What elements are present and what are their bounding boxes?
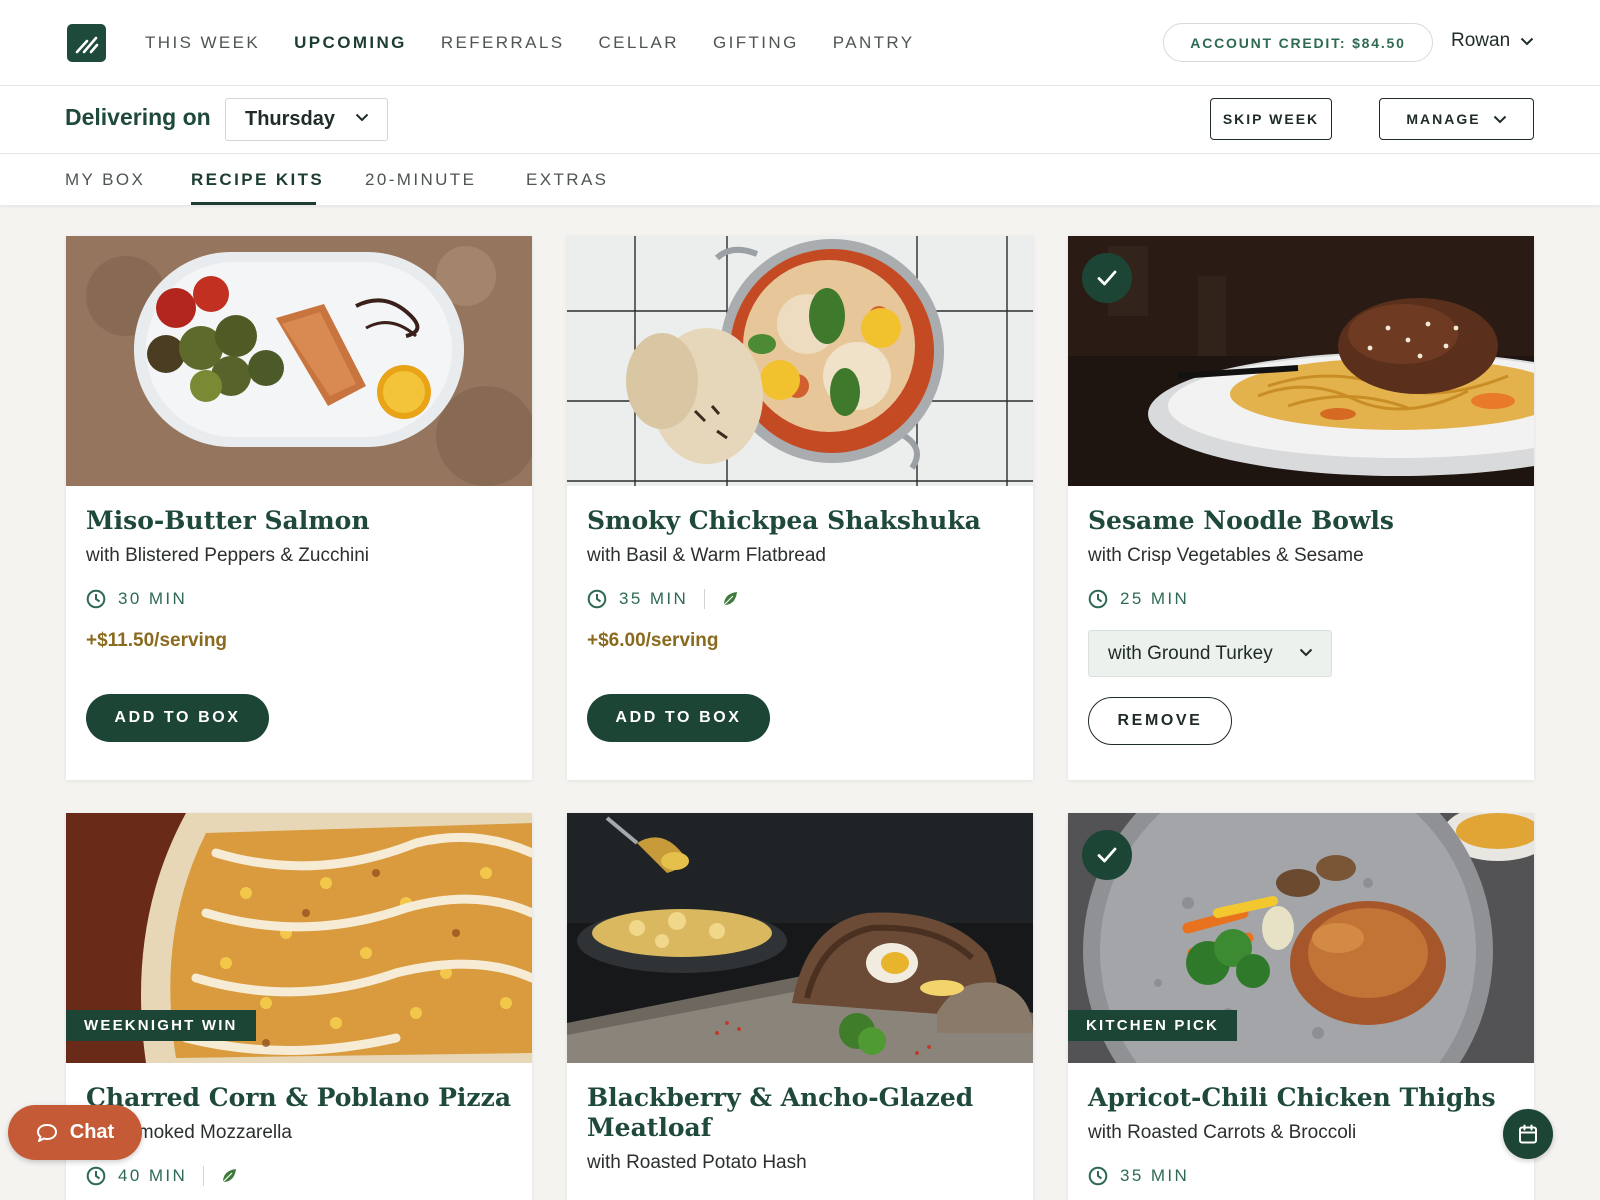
recipe-card[interactable]: Sesame Noodle Bowls with Crisp Vegetable…: [1068, 236, 1534, 780]
recipe-photo: [567, 813, 1033, 1063]
weeknight-win-badge: WEEKNIGHT WIN: [66, 1010, 256, 1041]
top-nav: THIS WEEK UPCOMING REFERRALS CELLAR GIFT…: [0, 0, 1600, 86]
recipe-card-body: Sesame Noodle Bowls with Crisp Vegetable…: [1068, 506, 1534, 745]
recipe-meta: 40 MIN: [86, 1166, 512, 1186]
clock-icon: [1088, 589, 1108, 609]
chat-button[interactable]: Chat: [8, 1105, 142, 1160]
nav-this-week[interactable]: THIS WEEK: [145, 33, 260, 53]
recipe-title[interactable]: Miso-Butter Salmon: [86, 506, 512, 536]
manage-label: MANAGE: [1406, 111, 1481, 127]
tab-20-minute[interactable]: 20-MINUTE: [365, 170, 476, 190]
chat-bubble-icon: [36, 1123, 57, 1142]
meta-divider: [203, 1166, 205, 1186]
recipe-meta: 35 MIN: [1088, 1166, 1514, 1186]
recipe-meta: 25 MIN: [1088, 589, 1514, 609]
in-box-check-badge: [1082, 253, 1132, 303]
leaf-icon: [222, 1169, 237, 1183]
recipe-photo: [1068, 236, 1534, 486]
sub-tabs: MY BOX RECIPE KITS 20-MINUTE EXTRAS: [0, 154, 1600, 205]
tab-my-box[interactable]: MY BOX: [65, 170, 145, 190]
cook-time: 40 MIN: [118, 1166, 188, 1185]
clock-icon: [86, 1166, 106, 1186]
calendar-icon: [1519, 1124, 1537, 1144]
chevron-down-icon: [355, 113, 369, 122]
cook-time: 35 MIN: [1120, 1166, 1190, 1185]
add-to-box-button[interactable]: ADD TO BOX: [86, 694, 269, 742]
main-nav: THIS WEEK UPCOMING REFERRALS CELLAR GIFT…: [145, 0, 949, 86]
recipe-card[interactable]: KITCHEN PICK Apricot-Chili Chicken Thigh…: [1068, 813, 1534, 1200]
leaf-icon: [723, 592, 738, 606]
delivery-day-select[interactable]: Thursday: [225, 98, 388, 141]
recipe-subtitle: with Crisp Vegetables & Sesame: [1088, 545, 1364, 566]
nav-upcoming[interactable]: UPCOMING: [294, 33, 407, 53]
recipe-card-body: Apricot-Chili Chicken Thighs with Roaste…: [1068, 1083, 1534, 1186]
delivery-bar: Delivering on Thursday SKIP WEEK MANAGE: [0, 86, 1600, 154]
chevron-down-icon: [1299, 648, 1313, 657]
cook-time: 25 MIN: [1120, 589, 1190, 608]
kitchen-pick-badge: KITCHEN PICK: [1068, 1010, 1238, 1041]
recipe-subtitle: with Roasted Carrots & Broccoli: [1088, 1122, 1357, 1143]
recipe-card-body: Miso-Butter Salmon with Blistered Pepper…: [66, 506, 532, 742]
calendar-button[interactable]: [1503, 1109, 1553, 1159]
recipe-subtitle: with Roasted Potato Hash: [587, 1152, 807, 1173]
delivery-label: Delivering on: [65, 104, 211, 130]
tab-extras[interactable]: EXTRAS: [526, 170, 608, 190]
recipe-title[interactable]: Charred Corn & Poblano Pizza: [86, 1083, 512, 1113]
recipe-card-body: Smoky Chickpea Shakshuka with Basil & Wa…: [567, 506, 1033, 742]
manage-button[interactable]: MANAGE: [1379, 98, 1534, 140]
recipe-photo: [66, 236, 532, 486]
recipe-subtitle: with Blistered Peppers & Zucchini: [86, 545, 370, 566]
protein-select[interactable]: with Ground Turkey: [1088, 630, 1332, 677]
cook-time: 30 MIN: [118, 589, 188, 608]
brand-logo[interactable]: [67, 24, 106, 62]
in-box-check-badge: [1082, 830, 1132, 880]
protein-select-value: with Ground Turkey: [1108, 642, 1273, 664]
recipe-meta: 35 MIN: [587, 589, 1013, 609]
price-upcharge: +$6.00/serving: [587, 630, 719, 651]
clock-icon: [1088, 1166, 1108, 1186]
delivery-day-value: Thursday: [245, 108, 336, 130]
recipe-photo: WEEKNIGHT WIN: [66, 813, 532, 1063]
recipe-photo: KITCHEN PICK: [1068, 813, 1534, 1063]
recipe-card-body: Blackberry & Ancho-Glazed Meatloaf with …: [567, 1083, 1033, 1174]
recipe-title[interactable]: Blackberry & Ancho-Glazed Meatloaf: [587, 1083, 1013, 1143]
recipe-title[interactable]: Smoky Chickpea Shakshuka: [587, 506, 1013, 536]
recipe-subtitle: with Smoked Mozzarella: [86, 1122, 292, 1143]
recipe-card[interactable]: Blackberry & Ancho-Glazed Meatloaf with …: [567, 813, 1033, 1200]
account-credit-badge[interactable]: ACCOUNT CREDIT: $84.50: [1163, 23, 1433, 62]
recipe-subtitle: with Basil & Warm Flatbread: [587, 545, 826, 566]
check-icon: [1097, 847, 1117, 863]
recipe-meta: 30 MIN: [86, 589, 512, 609]
user-menu[interactable]: Rowan: [1451, 30, 1534, 52]
recipe-title[interactable]: Sesame Noodle Bowls: [1088, 506, 1514, 536]
check-icon: [1097, 270, 1117, 286]
clock-icon: [587, 589, 607, 609]
user-name: Rowan: [1451, 30, 1511, 51]
nav-cellar[interactable]: CELLAR: [598, 33, 679, 53]
active-tab-indicator: [191, 202, 316, 205]
chat-label: Chat: [69, 1121, 115, 1143]
chevron-down-icon: [1520, 37, 1534, 45]
add-to-box-button[interactable]: ADD TO BOX: [587, 694, 770, 742]
recipe-card[interactable]: Miso-Butter Salmon with Blistered Pepper…: [66, 236, 532, 780]
skip-week-label: SKIP WEEK: [1222, 111, 1320, 127]
price-upcharge: +$11.50/serving: [86, 630, 228, 651]
recipe-title[interactable]: Apricot-Chili Chicken Thighs: [1088, 1083, 1514, 1113]
clock-icon: [86, 589, 106, 609]
logo-icon: [75, 36, 99, 54]
nav-gifting[interactable]: GIFTING: [713, 33, 799, 53]
nav-referrals[interactable]: REFERRALS: [441, 33, 565, 53]
meta-divider: [704, 589, 706, 609]
cook-time: 35 MIN: [619, 589, 689, 608]
nav-pantry[interactable]: PANTRY: [833, 33, 915, 53]
remove-button[interactable]: REMOVE: [1088, 697, 1232, 745]
recipe-card[interactable]: Smoky Chickpea Shakshuka with Basil & Wa…: [567, 236, 1033, 780]
skip-week-button[interactable]: SKIP WEEK: [1210, 98, 1332, 140]
chevron-down-icon: [1493, 115, 1506, 123]
recipe-photo: [567, 236, 1033, 486]
tab-recipe-kits[interactable]: RECIPE KITS: [191, 170, 324, 190]
